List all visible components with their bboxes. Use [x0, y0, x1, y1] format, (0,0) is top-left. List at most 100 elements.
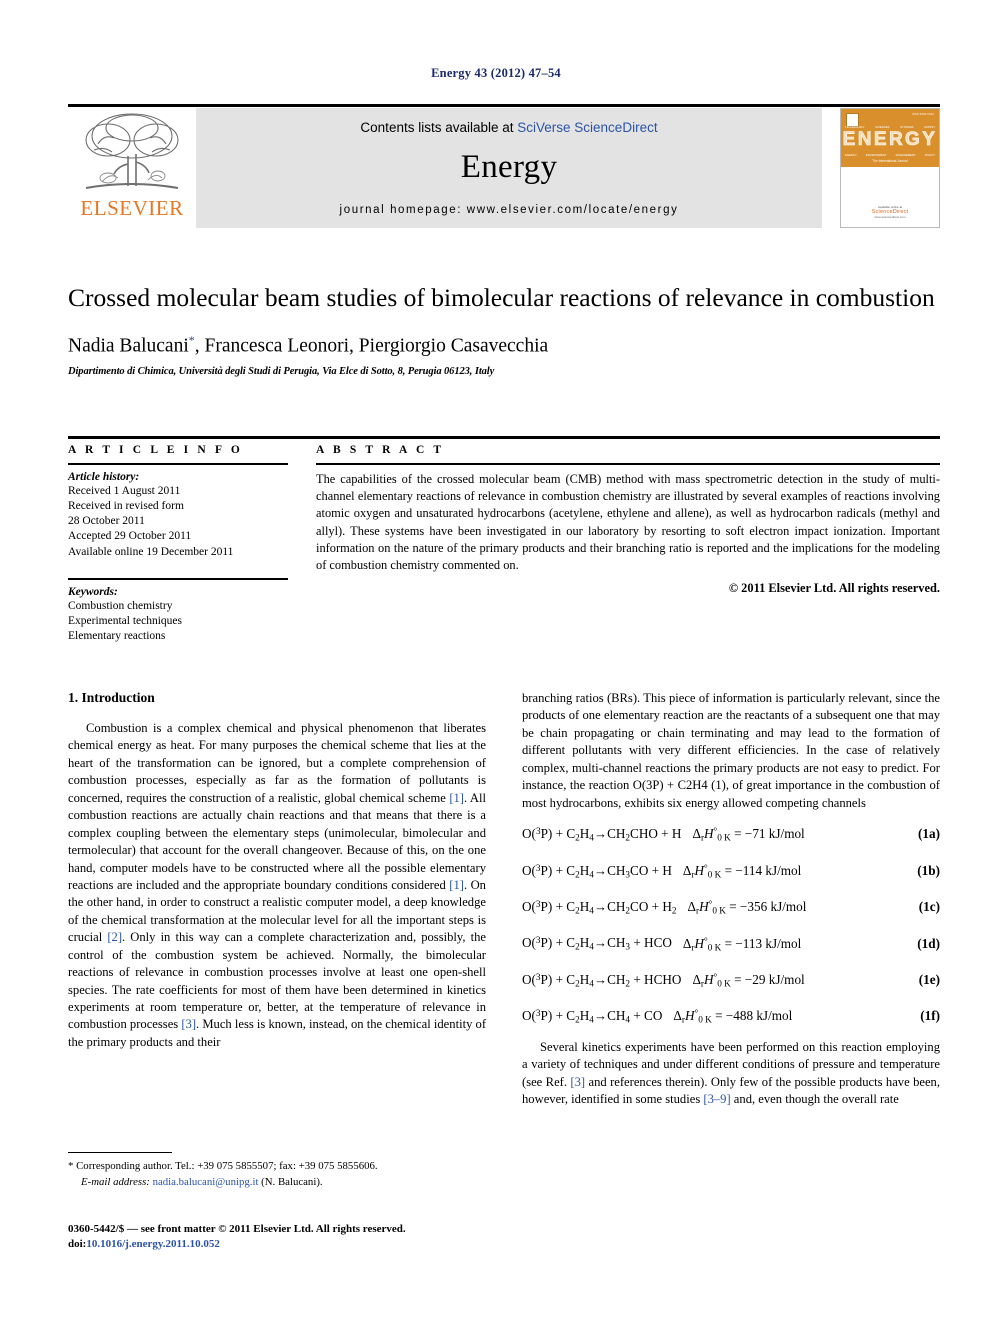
equation-body: O(3P) + C2H4→CH3CO + H ΔrH°0 K = −114 kJ/… [522, 862, 802, 879]
elsevier-wordmark: ELSEVIER [80, 196, 184, 220]
cover-keywords-bottom: ENERGY ENVIRONMENT MANAGEMENT POLICY [845, 153, 935, 157]
paragraph-kinetics-experiments: Several kinetics experiments have been p… [522, 1039, 940, 1109]
affiliation: Dipartimento di Chimica, Università degl… [68, 366, 495, 378]
issn-front-matter: 0360-5442/$ — see front matter © 2011 El… [68, 1223, 406, 1235]
eq-delta-symbol: Δ [692, 826, 701, 842]
eq-h-symbol: H [704, 826, 714, 842]
citation-ref[interactable]: [1] [449, 878, 464, 892]
author-rest: , Francesca Leonori, Piergiorgio Casavec… [194, 335, 549, 357]
equation-row: O(3P) + C2H4→CH4 + CO ΔrH°0 K = −488 kJ/m… [522, 1008, 940, 1024]
abstract-column: A B S T R A C T The capabilities of the … [316, 444, 940, 644]
body-left-column: 1. Introduction Combustion is a complex … [68, 690, 486, 1109]
citation-ref[interactable]: [1] [449, 791, 464, 805]
citation-ref[interactable]: [3–9] [703, 1092, 730, 1106]
cover-subtitle: The International Journal [872, 159, 908, 163]
citation-ref[interactable]: [3] [181, 1017, 196, 1031]
eq-value: = −488 kJ/mol [715, 1008, 793, 1024]
keywords-label: Keywords: [68, 585, 118, 598]
equation-number: (1d) [917, 935, 940, 951]
article-info-heading: A R T I C L E I N F O [68, 444, 243, 456]
equation-row: O(3P) + C2H4→CH2CHO + H ΔrH°0 K = −71 kJ/… [522, 826, 940, 842]
eq-o-term: P [540, 826, 548, 842]
article-info-column: A R T I C L E I N F O Article history: R… [68, 444, 316, 644]
eq-value: = −114 kJ/mol [724, 862, 802, 878]
body-columns: 1. Introduction Combustion is a complex … [68, 690, 940, 1109]
eq-reactant-o: O [522, 826, 532, 842]
cover-kw-8: POLICY [924, 153, 935, 157]
equation-list: O(3P) + C2H4→CH2CHO + H ΔrH°0 K = −71 kJ/… [522, 826, 940, 1025]
journal-title: Energy [460, 149, 558, 185]
article-info-rule [68, 463, 288, 465]
equation-body: O(3P) + C2H4→CH2CHO + H ΔrH°0 K = −71 kJ/… [522, 826, 805, 843]
eq-enthalpy: ΔrH°0 K = −113 kJ/mol [682, 935, 802, 952]
article-history-label: Article history: [68, 470, 140, 483]
citation-ref[interactable]: [3] [570, 1075, 585, 1089]
eq-enthalpy: ΔrH°0 K = −488 kJ/mol [673, 1008, 793, 1025]
cover-footer-url: www.sciencedirect.com [874, 215, 906, 219]
journal-homepage[interactable]: journal homepage: www.elsevier.com/locat… [340, 204, 679, 216]
history-item: Accepted 29 October 2011 [68, 530, 192, 543]
equation-number: (1e) [918, 972, 940, 988]
cover-kw-6: ENVIRONMENT [865, 153, 887, 157]
sciencedirect-link[interactable]: SciVerse ScienceDirect [517, 120, 657, 135]
abstract-heading: A B S T R A C T [316, 444, 445, 456]
body-right-column: branching ratios (BRs). This piece of in… [522, 690, 940, 1109]
contents-prefix: Contents lists available at [360, 120, 518, 135]
equation-number: (1c) [918, 899, 940, 915]
info-top-rule [68, 436, 940, 439]
cover-footer: Available online at ScienceDirect www.sc… [841, 205, 939, 219]
journal-cover-cell: ISSN 0360-5442 TECHNOLOGY SCIENCES SYSTE… [822, 104, 940, 232]
intro-paragraph-left: Combustion is a complex chemical and phy… [68, 720, 486, 1051]
corresponding-author-note: * Corresponding author. Tel.: +39 075 58… [68, 1160, 378, 1173]
eq-value: = −29 kJ/mol [734, 972, 805, 988]
masthead-top-rule [68, 104, 940, 107]
page-title: Crossed molecular beam studies of bimole… [68, 283, 935, 312]
equation-row: O(3P) + C2H4→CH3 + HCO ΔrH°0 K = −113 kJ/… [522, 935, 940, 951]
abstract-copyright: © 2011 Elsevier Ltd. All rights reserved… [728, 580, 940, 595]
cover-kw-5: ENERGY [845, 153, 857, 157]
keyword-item: Combustion chemistry [68, 599, 173, 612]
title-block: Crossed molecular beam studies of bimole… [68, 282, 940, 377]
eq-value: = −113 kJ/mol [724, 935, 802, 951]
cover-issn: ISSN 0360-5442 [912, 113, 934, 116]
info-abstract-area: A R T I C L E I N F O Article history: R… [68, 444, 940, 644]
equation-row: O(3P) + C2H4→CH2 + HCHO ΔrH°0 K = −29 kJ/… [522, 972, 940, 988]
intro-text-a: Combustion is a complex chemical and phy… [68, 721, 486, 805]
email-link[interactable]: nadia.balucani@unipg.it [153, 1176, 259, 1188]
eq-enthalpy: ΔrH°0 K = −114 kJ/mol [682, 862, 802, 879]
running-head: Energy 43 (2012) 47–54 [431, 66, 561, 80]
imprint-block: 0360-5442/$ — see front matter © 2011 El… [68, 1222, 528, 1253]
eq-enthalpy: ΔrH°0 K = −29 kJ/mol [692, 971, 805, 989]
equation-body: O(3P) + C2H4→CH2CO + H2 ΔrH°0 K = −356 kJ… [522, 898, 807, 916]
kin-text-c: and, even though the overall rate [730, 1092, 899, 1107]
doi-label: doi: [68, 1238, 87, 1251]
citation-ref[interactable]: [2] [107, 930, 122, 944]
intro-paragraph-right-continued: branching ratios (BRs). This piece of in… [522, 691, 940, 810]
keyword-item: Elementary reactions [68, 630, 166, 643]
history-item: Received 1 August 2011 [68, 484, 181, 497]
history-item: 28 October 2011 [68, 515, 145, 528]
history-item: Received in revised form [68, 499, 184, 512]
equation-row: O(3P) + C2H4→CH2CO + H2 ΔrH°0 K = −356 kJ… [522, 899, 940, 915]
equation-number: (1a) [918, 826, 940, 842]
equation-body: O(3P) + C2H4→CH4 + CO ΔrH°0 K = −488 kJ/m… [522, 1008, 793, 1025]
intro-text-b: . All combustion reactions are actually … [68, 790, 486, 892]
abstract-text: The capabilities of the crossed molecula… [316, 471, 940, 573]
masthead-center: Contents lists available at SciVerse Sci… [196, 108, 822, 228]
footnote-rule [68, 1152, 172, 1154]
email-suffix: (N. Balucani). [258, 1175, 323, 1188]
doi-line: doi:10.1016/j.energy.2011.10.052 [68, 1237, 528, 1252]
email-label: E-mail address: [81, 1175, 150, 1188]
abstract-rule [316, 463, 940, 465]
keywords-rule [68, 578, 288, 580]
equation-number: (1f) [920, 1008, 940, 1024]
eq-enthalpy: ΔrH°0 K = −356 kJ/mol [687, 898, 807, 916]
equation-row: O(3P) + C2H4→CH3CO + H ΔrH°0 K = −114 kJ/… [522, 863, 940, 879]
elsevier-tree-icon [85, 113, 179, 189]
section-heading-introduction: 1. Introduction [68, 690, 155, 705]
cover-kw-7: MANAGEMENT [895, 153, 916, 157]
doi-link[interactable]: 10.1016/j.energy.2011.10.052 [86, 1238, 220, 1250]
email-note: E-mail address: nadia.balucani@unipg.it … [68, 1175, 486, 1190]
eq-arrow-icon: → [593, 826, 608, 842]
contents-available-line: Contents lists available at SciVerse Sci… [360, 120, 657, 135]
